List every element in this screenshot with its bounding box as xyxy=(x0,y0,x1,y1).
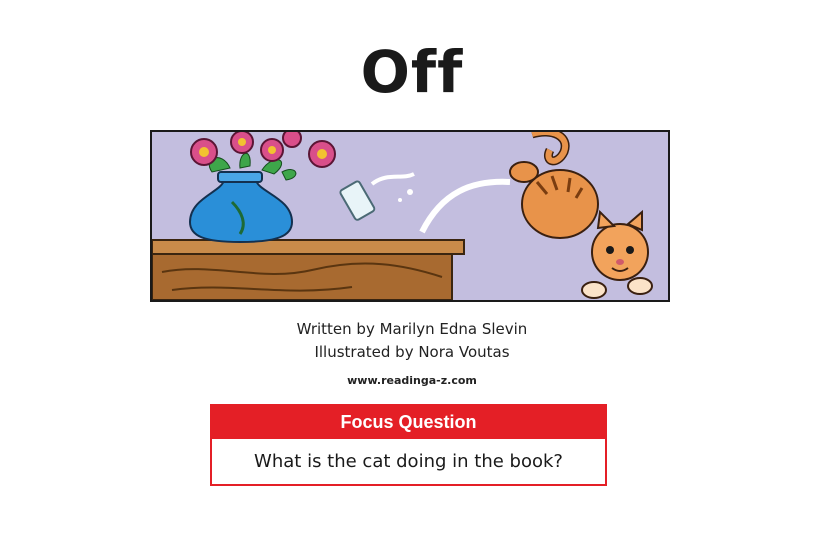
cover-illustration xyxy=(150,130,670,302)
focus-question-heading: Focus Question xyxy=(212,406,605,439)
author-credit: Written by Marilyn Edna Slevin xyxy=(296,320,528,338)
focus-question-box: Focus Question What is the cat doing in … xyxy=(210,404,607,486)
focus-question-text: What is the cat doing in the book? xyxy=(254,451,563,472)
illustrator-credit: Illustrated by Nora Voutas xyxy=(314,343,510,361)
book-title: Off xyxy=(360,38,464,106)
table xyxy=(152,239,465,300)
website-link[interactable]: www.readinga-z.com xyxy=(0,374,824,387)
